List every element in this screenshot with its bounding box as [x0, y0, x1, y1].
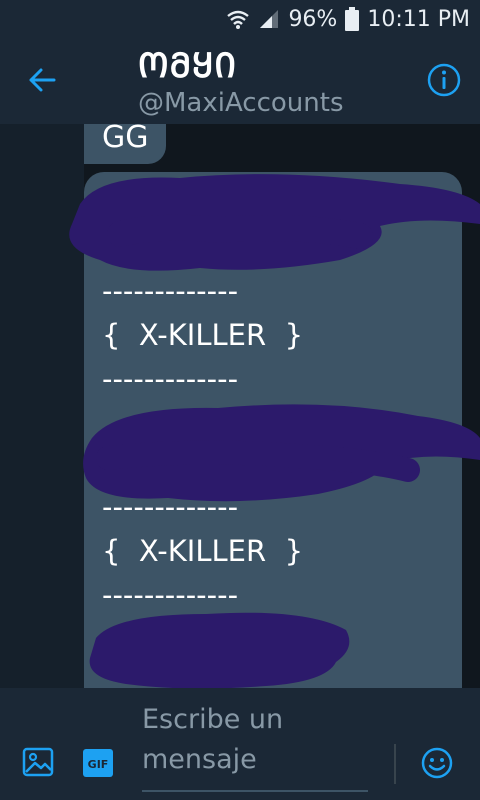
composer-divider [394, 744, 396, 784]
status-bar: 96% 10:11 PM [0, 0, 480, 38]
back-button[interactable] [26, 64, 58, 96]
conversation-title[interactable]: ᲝᲛᲧᲘ @MaxiAccounts [138, 44, 344, 120]
signal-icon [258, 8, 280, 30]
message-line: { X-KILLER } [102, 318, 304, 352]
conversation-name: ᲝᲛᲧᲘ [138, 46, 238, 86]
message-composer: GIF [0, 688, 480, 800]
redaction-scribble [83, 404, 480, 502]
message-bubble-previous[interactable]: GG [84, 124, 166, 164]
info-icon [427, 63, 461, 97]
svg-text:GIF: GIF [88, 758, 109, 771]
battery-percent: 96% [288, 6, 338, 32]
message-text: GG [102, 124, 149, 155]
message-list[interactable]: GG ------------- { X-KILLER } ----------… [0, 124, 480, 688]
add-photo-button[interactable] [22, 746, 54, 778]
clock: 10:11 PM [367, 6, 470, 32]
battery-icon [345, 7, 360, 31]
emoji-button[interactable] [420, 746, 454, 780]
gif-icon: GIF [83, 749, 113, 777]
info-button[interactable] [426, 62, 462, 98]
image-icon [22, 747, 54, 777]
message-line: ------------- [102, 578, 239, 612]
add-gif-button[interactable]: GIF [82, 748, 114, 778]
conversation-handle: @MaxiAccounts [138, 88, 344, 118]
redaction-scribble [89, 612, 350, 688]
smiley-icon [421, 747, 453, 779]
wifi-icon [226, 8, 250, 30]
arrow-left-icon [29, 68, 56, 92]
input-underline [142, 790, 368, 792]
message-line: { X-KILLER } [102, 534, 304, 568]
message-line: ------------- [102, 362, 239, 396]
message-input[interactable] [142, 700, 368, 780]
conversation-header: ᲝᲛᲧᲘ @MaxiAccounts [0, 38, 480, 124]
redaction-scribble [69, 174, 480, 271]
